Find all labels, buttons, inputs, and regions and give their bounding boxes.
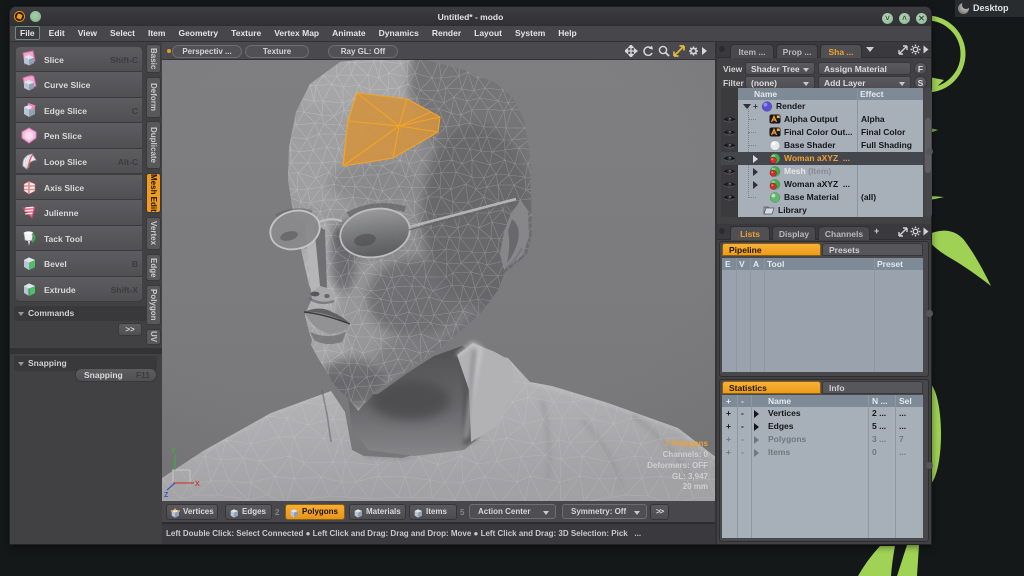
svg-text:Deformers: OFF: Deformers: OFF [647,461,708,470]
svg-text:Z: Z [164,492,169,499]
svg-text:Y: Y [171,448,176,455]
svg-text:Channels: 0: Channels: 0 [663,450,709,459]
svg-text:7 Polygons: 7 Polygons [665,439,708,448]
svg-text:20 mm: 20 mm [683,482,708,491]
svg-text:GL: 3,947: GL: 3,947 [672,472,709,481]
svg-text:X: X [195,481,200,488]
